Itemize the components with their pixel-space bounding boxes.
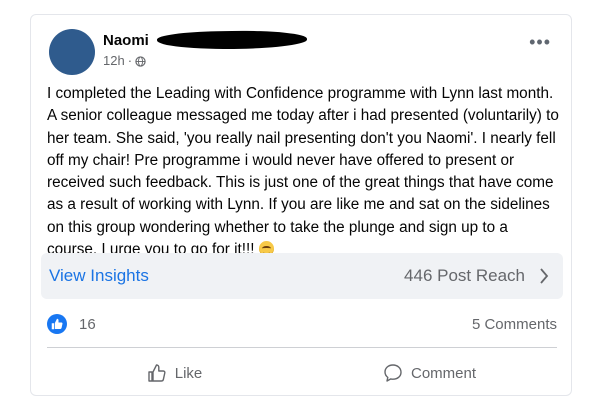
redacted-surname (156, 29, 307, 51)
chevron-right-icon (539, 268, 549, 284)
view-insights-link[interactable]: View Insights (49, 266, 149, 286)
post-actions: Like Comment (47, 355, 557, 391)
more-options-icon[interactable]: ••• (529, 33, 551, 51)
post-text: I completed the Leading with Confidence … (47, 83, 561, 261)
post-timestamp[interactable]: 12h (103, 53, 125, 68)
post-reach-label: 446 Post Reach (404, 266, 525, 285)
comments-count[interactable]: 5 Comments (472, 316, 557, 333)
post-meta: 12h · (103, 53, 146, 68)
meta-separator: · (127, 53, 133, 68)
like-button[interactable]: Like (47, 355, 302, 391)
post-reach[interactable]: 446 Post Reach (404, 266, 549, 286)
likes-summary[interactable]: 16 (47, 314, 96, 334)
thumbs-up-icon (148, 364, 166, 382)
likes-count: 16 (79, 315, 96, 333)
comment-button[interactable]: Comment (302, 355, 557, 391)
comment-label: Comment (410, 364, 477, 382)
comment-icon (384, 364, 402, 382)
post-card: Naomi 12h · ••• I completed the Leading … (30, 14, 572, 396)
like-reaction-icon (47, 314, 67, 334)
author-line: Naomi (103, 29, 307, 51)
post-body: I completed the Leading with Confidence … (47, 85, 559, 259)
view-insights-bar[interactable]: View Insights 446 Post Reach (41, 253, 563, 299)
action-divider (47, 347, 557, 348)
author-name[interactable]: Naomi (103, 32, 149, 49)
avatar[interactable] (49, 29, 95, 75)
reaction-stats: 16 5 Comments (47, 313, 557, 335)
globe-icon (135, 55, 146, 67)
like-label: Like (174, 364, 203, 382)
